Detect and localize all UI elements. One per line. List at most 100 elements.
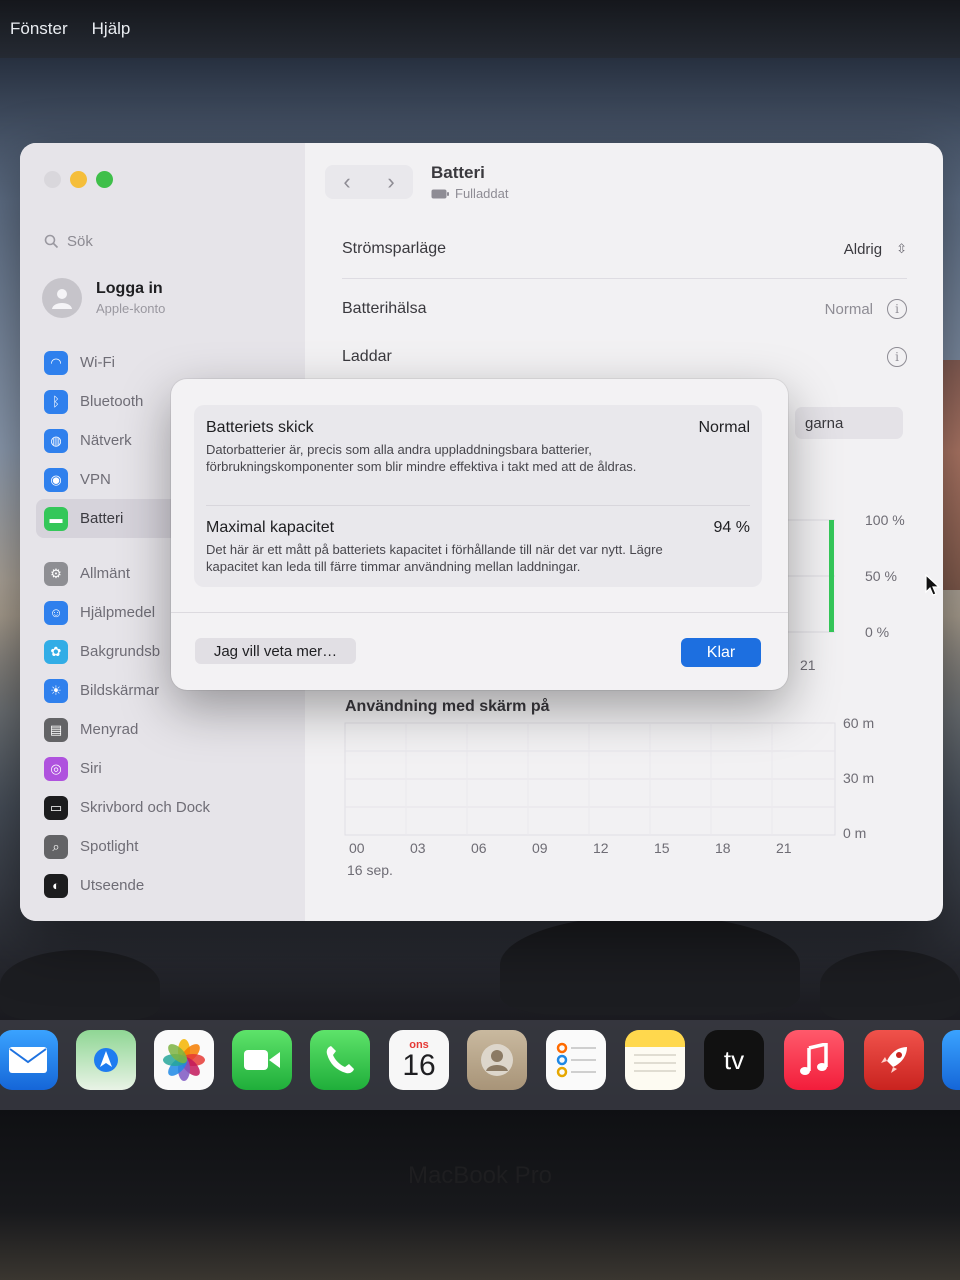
sidebar-item-skrivbord[interactable]: ▭ Skrivbord och Dock [36, 788, 298, 827]
toolbar: ‹ › Batteri Fulladdat [325, 163, 508, 201]
info-icon[interactable]: i [887, 347, 907, 367]
divider [342, 278, 907, 279]
capacity-description: Det här är ett mått på batteriets kapaci… [206, 542, 663, 574]
power-mode-select[interactable]: Aldrig ⇳ [844, 241, 907, 258]
facetime-icon[interactable] [232, 1030, 292, 1090]
maps-icon[interactable] [76, 1030, 136, 1090]
calendar-icon[interactable]: ons 16 [389, 1030, 449, 1090]
search-icon [44, 234, 59, 248]
search-placeholder: Sök [67, 232, 93, 250]
avatar [42, 278, 82, 318]
phone-icon[interactable] [310, 1030, 370, 1090]
notes-icon[interactable] [625, 1030, 685, 1090]
sidebar-item-utseende[interactable]: ◐ Utseende [36, 866, 298, 905]
window-title: Batteri [431, 163, 485, 182]
condition-section: Batteriets skick Normal Datorbatterier ä… [206, 419, 750, 475]
battery-level-bar [829, 520, 834, 632]
vpn-icon: ◉ [44, 467, 68, 492]
usage-chart: 60 m 30 m 0 m 00 03 06 09 12 15 18 21 16 sep. [344, 715, 874, 878]
account-subtitle: Apple-konto [96, 301, 166, 316]
info-icon[interactable]: i [887, 299, 907, 319]
date-label: 16 sep. [347, 862, 393, 878]
launchpad-icon[interactable] [864, 1030, 924, 1090]
charging-label: Laddar [342, 348, 392, 365]
contacts-icon[interactable] [467, 1030, 527, 1090]
x-tick-label: 18 [715, 840, 731, 856]
mail-icon[interactable] [0, 1030, 58, 1090]
calendar-date: 16 [402, 1048, 436, 1082]
battery-icon: ▬ [44, 506, 68, 531]
power-mode-value: Aldrig [843, 240, 883, 258]
appletv-icon[interactable]: tv [704, 1030, 764, 1090]
battery-health-dialog: Batteriets skick Normal Datorbatterier ä… [171, 379, 788, 690]
sidebar-item-label: Batteri [80, 510, 124, 527]
options-button-label: garna [805, 414, 844, 432]
window-subtitle: Fulladdat [431, 186, 508, 201]
charging-row: Laddar i [342, 334, 907, 380]
wifi-icon: ◠ [44, 350, 68, 375]
x-tick-label: 09 [532, 840, 548, 856]
wallpaper-icon: ✿ [44, 639, 68, 664]
account-title: Logga in [96, 280, 163, 297]
done-button[interactable]: Klar [681, 638, 761, 667]
chevron-left-icon: ‹ [343, 169, 351, 194]
spotlight-icon: ⌕ [44, 834, 68, 859]
y-tick-label: 60 m [843, 715, 874, 731]
search-field[interactable]: Sök [36, 225, 290, 257]
x-tick-label: 12 [593, 840, 609, 856]
battery-level-chart: 100 % 50 % 0 % 21 [785, 513, 905, 673]
sidebar-item-label: Bluetooth [80, 393, 144, 410]
globe-icon: ◍ [44, 428, 68, 453]
siri-icon: ◎ [44, 756, 68, 781]
x-tick-label: 15 [654, 840, 670, 856]
x-tick-label: 03 [410, 840, 426, 856]
account-item[interactable]: Logga in Apple-konto [42, 278, 165, 318]
sidebar-item-label: Bakgrundsb [80, 643, 161, 660]
wallpaper-rock [820, 950, 960, 1020]
power-mode-row[interactable]: Strömsparläge Aldrig ⇳ [342, 226, 907, 272]
sidebar-item-label: Utseende [80, 877, 145, 894]
zoom-button[interactable] [96, 171, 113, 188]
app-store-icon[interactable] [942, 1030, 960, 1090]
close-button[interactable] [44, 171, 61, 188]
reminders-icon[interactable] [546, 1030, 606, 1090]
sidebar-item-label: Spotlight [80, 838, 139, 855]
nav-buttons: ‹ › [325, 165, 413, 199]
capacity-value: 94 % [713, 519, 750, 536]
sidebar-item-label: Siri [80, 760, 102, 777]
appletv-label: tv [723, 1044, 745, 1075]
sidebar-item-siri[interactable]: ◎ Siri [36, 749, 298, 788]
capacity-section: Maximal kapacitet 94 % Det här är ett må… [206, 519, 750, 575]
condition-title: Batteriets skick [206, 419, 314, 436]
sidebar-item-label: Menyrad [80, 721, 139, 738]
dialog-card: Batteriets skick Normal Datorbatterier ä… [194, 405, 762, 587]
learn-more-button[interactable]: Jag vill veta mer… [195, 638, 356, 664]
music-icon[interactable] [784, 1030, 844, 1090]
menu-hjalp[interactable]: Hjälp [92, 19, 131, 39]
sidebar-item-spotlight[interactable]: ⌕ Spotlight [36, 827, 298, 866]
sidebar-item-wifi[interactable]: ◠ Wi-Fi [36, 343, 298, 382]
battery-health-row: Batterihälsa Normal i [342, 286, 907, 332]
gear-icon: ⚙ [44, 561, 68, 586]
bluetooth-icon: ᛒ [44, 389, 68, 414]
menu-fonster[interactable]: Fönster [10, 19, 68, 39]
divider [171, 612, 788, 613]
y-tick-label: 30 m [843, 770, 874, 786]
battery-health-label: Batterihälsa [342, 300, 427, 317]
y-tick-label: 50 % [865, 568, 897, 584]
sidebar-item-menyrad[interactable]: ▤ Menyrad [36, 710, 298, 749]
chevron-right-icon: › [387, 169, 395, 194]
x-tick-label: 06 [471, 840, 487, 856]
back-button[interactable]: ‹ [325, 165, 369, 199]
forward-button[interactable]: › [369, 165, 413, 199]
sidebar-item-label: Wi-Fi [80, 354, 115, 371]
minimize-button[interactable] [70, 171, 87, 188]
photos-icon[interactable] [154, 1030, 214, 1090]
options-button[interactable]: garna [795, 407, 903, 439]
sidebar-item-label: Nätverk [80, 432, 132, 449]
x-tick-label: 21 [776, 840, 792, 856]
sidebar-item-label: Hjälpmedel [80, 604, 156, 621]
appearance-icon: ◐ [44, 873, 68, 898]
accessibility-icon: ☺ [44, 600, 68, 625]
battery-full-icon [431, 189, 449, 198]
